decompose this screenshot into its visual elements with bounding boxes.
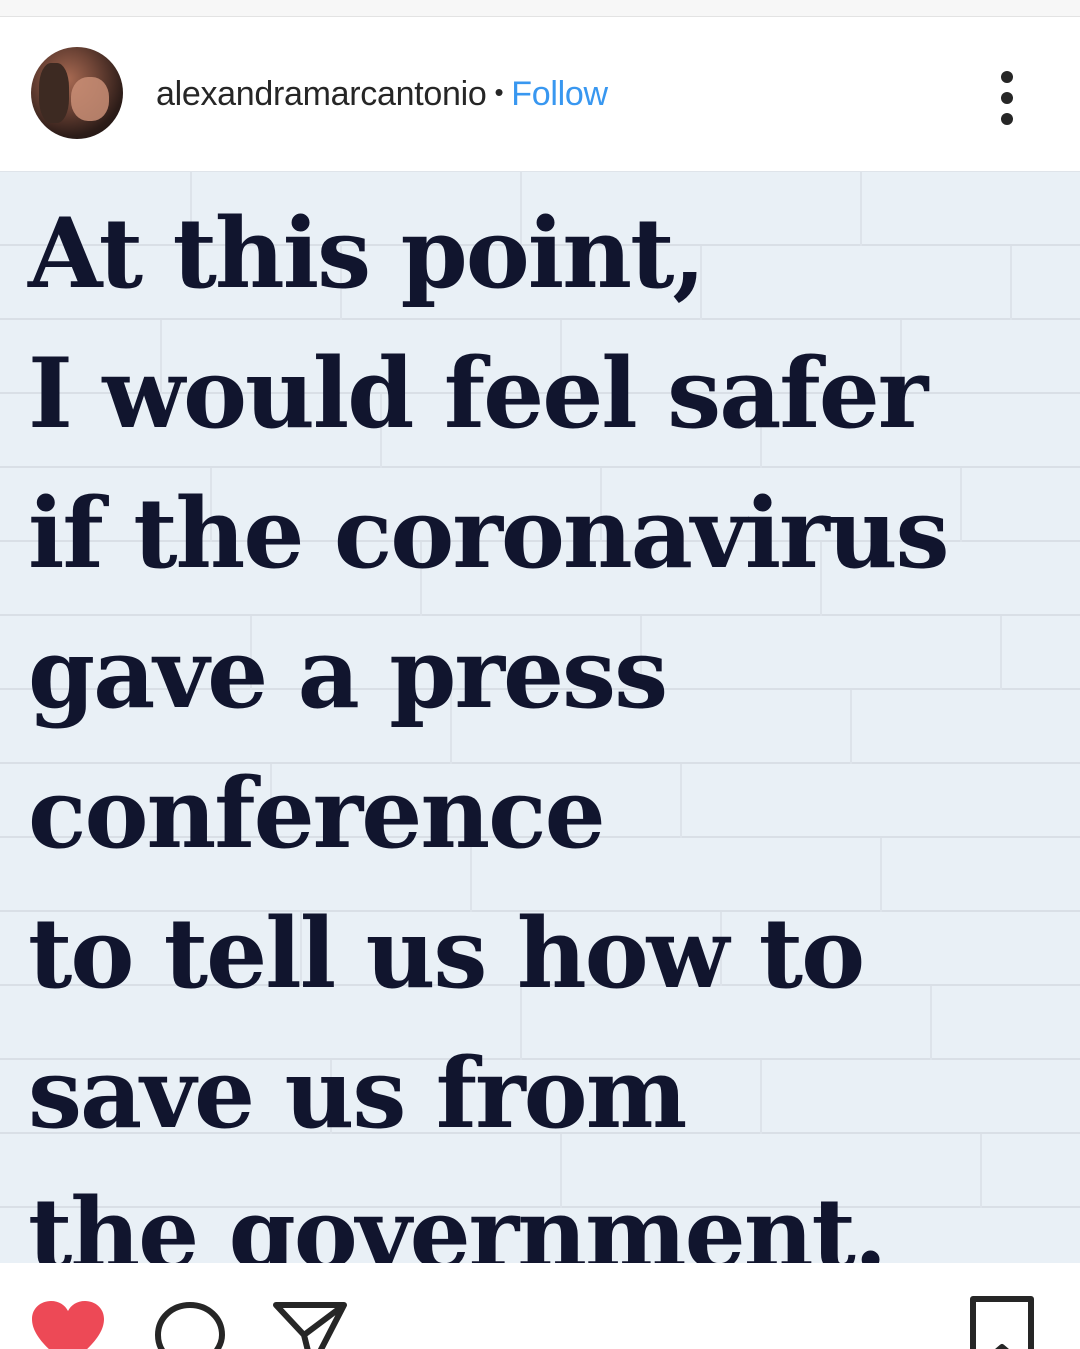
user-line: alexandramarcantonio • Follow [156,75,608,114]
post-header: alexandramarcantonio • Follow [0,17,1080,171]
meme-line: gave a press [28,617,668,730]
username-link[interactable]: alexandramarcantonio [156,75,487,113]
share-icon[interactable] [272,1301,348,1349]
meme-line: to tell us how to [28,897,865,1010]
meme-line: conference [28,757,606,870]
meme-line: the government. [28,1177,887,1264]
post-image[interactable]: At this point, I would feel safer if the… [0,171,1080,1264]
meme-line: I would feel safer [28,337,928,450]
top-bar [0,0,1080,17]
comment-icon[interactable] [154,1301,226,1349]
bookmark-icon[interactable] [968,1295,1036,1349]
more-options-icon[interactable] [990,69,1024,127]
avatar[interactable] [31,47,123,139]
meme-line: if the coronavirus [28,477,950,590]
action-bar [0,1263,1080,1349]
follow-button[interactable]: Follow [511,75,608,113]
heart-icon[interactable] [30,1299,106,1349]
separator-dot: • [494,77,504,107]
meme-text: At this point, I would feel safer if the… [28,184,950,1264]
meme-line: At this point, [28,197,706,310]
meme-line: save us from [28,1037,687,1150]
